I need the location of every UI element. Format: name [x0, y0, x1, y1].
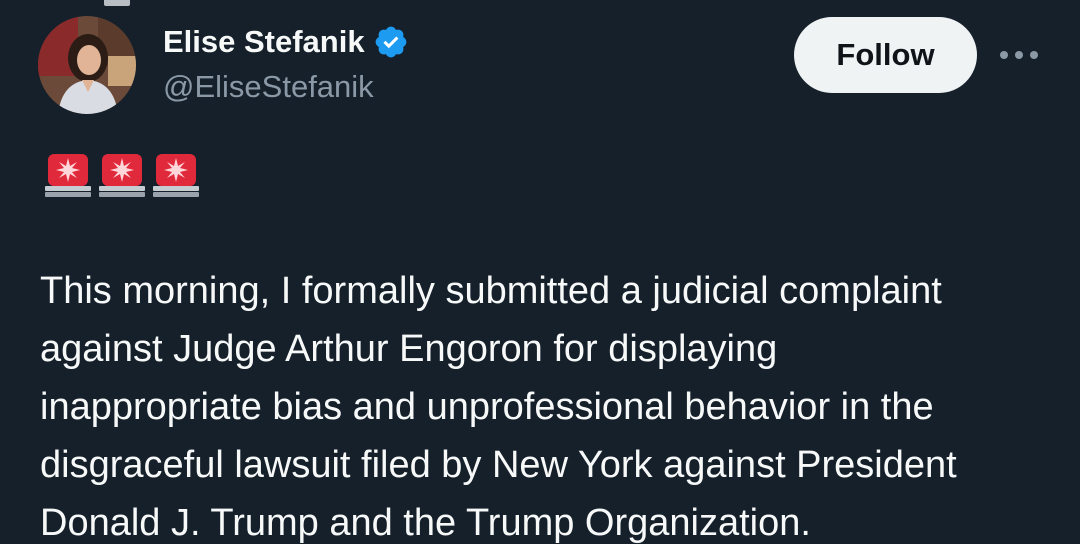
- verified-badge-icon[interactable]: [373, 24, 409, 60]
- display-name[interactable]: Elise Stefanik: [163, 24, 365, 60]
- avatar[interactable]: [38, 16, 136, 114]
- tweet-line: This morning, I formally submitted a jud…: [40, 270, 942, 312]
- tweet-line: inappropriate bias and unprofessional be…: [40, 386, 934, 428]
- tweet-body: This morning, I formally submitted a jud…: [40, 262, 1050, 544]
- author-name-row: Elise Stefanik: [163, 20, 409, 64]
- ellipsis-dot: [1000, 51, 1008, 59]
- tweet-line: Donald J. Trump and the Trump Organizati…: [40, 502, 811, 544]
- police-car-light-icon: [153, 154, 199, 197]
- ellipsis-icon[interactable]: [997, 38, 1041, 72]
- avatar-photo: [38, 16, 136, 114]
- author-handle[interactable]: @EliseStefanik: [163, 69, 374, 105]
- follow-button[interactable]: Follow: [794, 17, 977, 93]
- ellipsis-dot: [1030, 51, 1038, 59]
- emoji-row: [42, 148, 202, 200]
- police-car-light-icon: [99, 154, 145, 197]
- tweet-line: against Judge Arthur Engoron for display…: [40, 328, 778, 370]
- tweet-line: disgraceful lawsuit filed by New York ag…: [40, 444, 957, 486]
- ellipsis-dot: [1015, 51, 1023, 59]
- police-car-light-icon: [45, 154, 91, 197]
- top-cropped-element: [104, 0, 130, 6]
